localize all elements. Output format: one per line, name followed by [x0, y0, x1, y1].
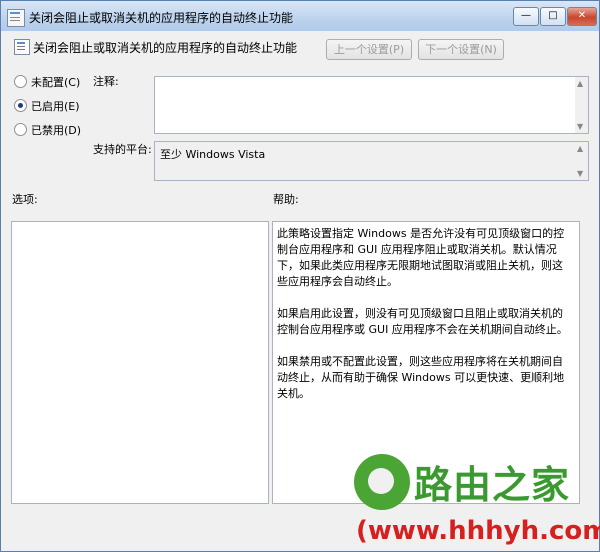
scroll-down-arrow-icon[interactable]: ▼: [577, 169, 583, 178]
window-title: 关闭会阻止或取消关机的应用程序的自动终止功能: [29, 11, 294, 25]
radio-label: 未配置(C): [31, 76, 81, 89]
policy-setting-icon: [14, 39, 30, 55]
help-text: 此策略设置指定 Windows 是否允许没有可见顶级窗口的控制台应用程序和 GU…: [277, 226, 573, 418]
scroll-up-arrow-icon[interactable]: ▲: [577, 79, 583, 88]
scroll-down-arrow-icon[interactable]: ▼: [577, 122, 583, 131]
scroll-up-arrow-icon[interactable]: ▲: [577, 144, 583, 153]
platform-value: 至少 Windows Vista: [160, 148, 266, 161]
radio-circle: [14, 75, 27, 88]
minimize-button[interactable]: —: [513, 7, 539, 26]
help-section-label: 帮助:: [273, 193, 299, 206]
close-button[interactable]: ✕: [567, 7, 597, 26]
watermark-brand: 路由之家: [414, 463, 571, 507]
radio-label: 已启用(E): [31, 100, 80, 113]
radio-not-configured[interactable]: 未配置(C): [14, 75, 80, 91]
next-setting-button[interactable]: 下一个设置(N): [418, 39, 504, 60]
setting-title: 关闭会阻止或取消关机的应用程序的自动终止功能: [33, 41, 298, 55]
previous-setting-button[interactable]: 上一个设置(P): [326, 39, 412, 60]
radio-circle: [14, 123, 27, 136]
options-section-label: 选项:: [12, 193, 38, 206]
maximize-button[interactable]: □: [540, 7, 566, 26]
radio-enabled[interactable]: 已启用(E): [14, 99, 80, 115]
options-panel[interactable]: [11, 221, 269, 504]
site-watermark: 路由之家 (www.hhhyh.com): [350, 448, 600, 552]
platform-scrollbar[interactable]: ▲ ▼: [575, 142, 588, 180]
comment-textarea[interactable]: ▲ ▼: [154, 76, 589, 134]
radio-label: 已禁用(D): [31, 124, 82, 137]
policy-document-icon: [7, 9, 25, 27]
platform-field: 至少 Windows Vista ▲ ▼: [154, 141, 589, 181]
platform-label: 支持的平台:: [93, 143, 152, 156]
comment-scrollbar[interactable]: ▲ ▼: [575, 77, 588, 133]
title-bar[interactable]: 关闭会阻止或取消关机的应用程序的自动终止功能 — □ ✕: [1, 1, 599, 31]
help-paragraph: 此策略设置指定 Windows 是否允许没有可见顶级窗口的控制台应用程序和 GU…: [277, 227, 565, 288]
radio-circle-selected: [14, 99, 27, 112]
help-paragraph: 如果启用此设置，则没有可见顶级窗口且阻止或取消关机的控制台应用程序或 GUI 应…: [277, 307, 568, 336]
comment-label: 注释:: [93, 75, 119, 88]
radio-disabled[interactable]: 已禁用(D): [14, 123, 81, 139]
watermark-url: (www.hhhyh.com): [356, 516, 600, 546]
watermark-logo-icon: [354, 454, 410, 510]
help-paragraph: 如果禁用或不配置此设置，则这些应用程序将在关机期间自动终止，从而有助于确保 Wi…: [277, 355, 565, 400]
